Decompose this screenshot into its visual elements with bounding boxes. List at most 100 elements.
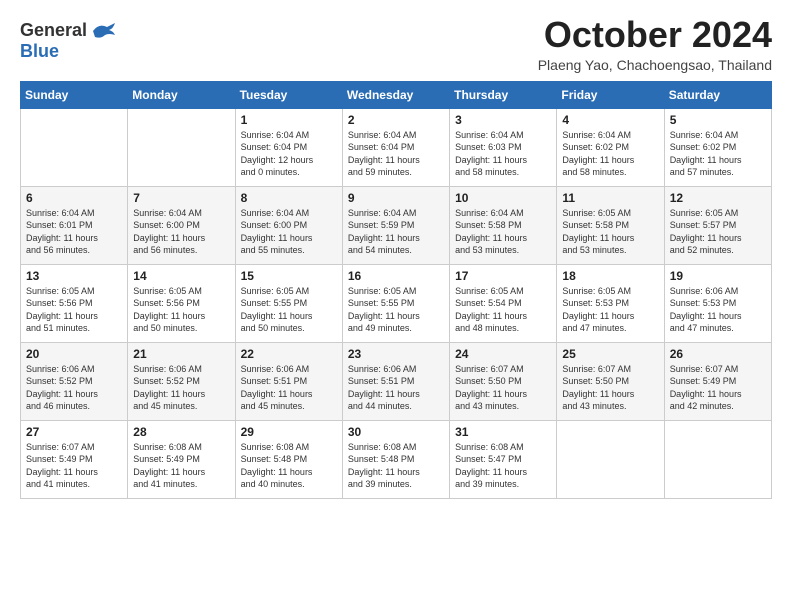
day-info: Sunrise: 6:06 AM Sunset: 5:51 PM Dayligh… xyxy=(241,363,337,413)
calendar-week-row: 20 Sunrise: 6:06 AM Sunset: 5:52 PM Dayli… xyxy=(21,342,772,420)
calendar-day-cell: 26 Sunrise: 6:07 AM Sunset: 5:49 PM Dayli… xyxy=(664,342,771,420)
day-number: 19 xyxy=(670,269,766,283)
logo-general-text: General xyxy=(20,20,87,41)
day-info: Sunrise: 6:08 AM Sunset: 5:49 PM Dayligh… xyxy=(133,441,229,491)
day-info: Sunrise: 6:05 AM Sunset: 5:56 PM Dayligh… xyxy=(26,285,122,335)
day-info: Sunrise: 6:08 AM Sunset: 5:48 PM Dayligh… xyxy=(348,441,444,491)
day-info: Sunrise: 6:07 AM Sunset: 5:50 PM Dayligh… xyxy=(455,363,551,413)
calendar-day-cell: 18 Sunrise: 6:05 AM Sunset: 5:53 PM Dayli… xyxy=(557,264,664,342)
calendar-day-cell xyxy=(557,420,664,498)
day-info: Sunrise: 6:04 AM Sunset: 6:04 PM Dayligh… xyxy=(348,129,444,179)
day-number: 22 xyxy=(241,347,337,361)
day-number: 3 xyxy=(455,113,551,127)
title-area: October 2024 Plaeng Yao, Chachoengsao, T… xyxy=(538,15,772,73)
calendar-week-row: 27 Sunrise: 6:07 AM Sunset: 5:49 PM Dayli… xyxy=(21,420,772,498)
calendar-day-cell: 25 Sunrise: 6:07 AM Sunset: 5:50 PM Dayli… xyxy=(557,342,664,420)
day-number: 20 xyxy=(26,347,122,361)
day-number: 28 xyxy=(133,425,229,439)
calendar-day-cell: 7Sunrise: 6:04 AM Sunset: 6:00 PM Daylig… xyxy=(128,186,235,264)
month-title: October 2024 xyxy=(538,15,772,55)
day-number: 15 xyxy=(241,269,337,283)
weekday-header: Tuesday xyxy=(235,81,342,108)
weekday-header: Thursday xyxy=(450,81,557,108)
calendar-day-cell: 12 Sunrise: 6:05 AM Sunset: 5:57 PM Dayli… xyxy=(664,186,771,264)
day-info: Sunrise: 6:05 AM Sunset: 5:56 PM Dayligh… xyxy=(133,285,229,335)
day-info: Sunrise: 6:07 AM Sunset: 5:50 PM Dayligh… xyxy=(562,363,658,413)
day-number: 11 xyxy=(562,191,658,205)
day-info: Sunrise: 6:04 AM Sunset: 6:02 PM Dayligh… xyxy=(670,129,766,179)
calendar-day-cell: 4 Sunrise: 6:04 AM Sunset: 6:02 PM Daylig… xyxy=(557,108,664,186)
day-info: Sunrise: 6:04 AM Sunset: 5:58 PM Dayligh… xyxy=(455,207,551,257)
calendar-day-cell: 9 Sunrise: 6:04 AM Sunset: 5:59 PM Daylig… xyxy=(342,186,449,264)
day-number: 18 xyxy=(562,269,658,283)
day-number: 6 xyxy=(26,191,122,205)
calendar-table: SundayMondayTuesdayWednesdayThursdayFrid… xyxy=(20,81,772,499)
day-number: 12 xyxy=(670,191,766,205)
weekday-header: Friday xyxy=(557,81,664,108)
day-number: 31 xyxy=(455,425,551,439)
weekday-header: Wednesday xyxy=(342,81,449,108)
day-number: 27 xyxy=(26,425,122,439)
day-number: 21 xyxy=(133,347,229,361)
calendar-day-cell: 27 Sunrise: 6:07 AM Sunset: 5:49 PM Dayli… xyxy=(21,420,128,498)
day-info: Sunrise: 6:05 AM Sunset: 5:57 PM Dayligh… xyxy=(670,207,766,257)
calendar-day-cell: 8Sunrise: 6:04 AM Sunset: 6:00 PM Daylig… xyxy=(235,186,342,264)
logo: General Blue xyxy=(20,20,117,62)
day-info: Sunrise: 6:04 AM Sunset: 5:59 PM Dayligh… xyxy=(348,207,444,257)
day-number: 26 xyxy=(670,347,766,361)
day-number: 10 xyxy=(455,191,551,205)
day-info: Sunrise: 6:05 AM Sunset: 5:55 PM Dayligh… xyxy=(241,285,337,335)
calendar-day-cell xyxy=(128,108,235,186)
day-number: 24 xyxy=(455,347,551,361)
weekday-header: Sunday xyxy=(21,81,128,108)
day-number: 5 xyxy=(670,113,766,127)
day-info: Sunrise: 6:05 AM Sunset: 5:53 PM Dayligh… xyxy=(562,285,658,335)
day-info: Sunrise: 6:07 AM Sunset: 5:49 PM Dayligh… xyxy=(26,441,122,491)
calendar-day-cell: 23 Sunrise: 6:06 AM Sunset: 5:51 PM Dayli… xyxy=(342,342,449,420)
calendar-day-cell: 2 Sunrise: 6:04 AM Sunset: 6:04 PM Daylig… xyxy=(342,108,449,186)
calendar-day-cell xyxy=(21,108,128,186)
calendar-week-row: 13 Sunrise: 6:05 AM Sunset: 5:56 PM Dayli… xyxy=(21,264,772,342)
day-info: Sunrise: 6:05 AM Sunset: 5:55 PM Dayligh… xyxy=(348,285,444,335)
calendar-day-cell: 15 Sunrise: 6:05 AM Sunset: 5:55 PM Dayli… xyxy=(235,264,342,342)
location-subtitle: Plaeng Yao, Chachoengsao, Thailand xyxy=(538,57,772,73)
day-number: 14 xyxy=(133,269,229,283)
calendar-day-cell: 22 Sunrise: 6:06 AM Sunset: 5:51 PM Dayli… xyxy=(235,342,342,420)
day-number: 2 xyxy=(348,113,444,127)
day-info: Sunrise: 6:07 AM Sunset: 5:49 PM Dayligh… xyxy=(670,363,766,413)
calendar-day-cell: 29Sunrise: 6:08 AM Sunset: 5:48 PM Dayli… xyxy=(235,420,342,498)
day-number: 8 xyxy=(241,191,337,205)
day-info: Sunrise: 6:04 AM Sunset: 6:03 PM Dayligh… xyxy=(455,129,551,179)
calendar-day-cell: 6Sunrise: 6:04 AM Sunset: 6:01 PM Daylig… xyxy=(21,186,128,264)
calendar-day-cell: 14 Sunrise: 6:05 AM Sunset: 5:56 PM Dayli… xyxy=(128,264,235,342)
day-number: 23 xyxy=(348,347,444,361)
calendar-day-cell: 19 Sunrise: 6:06 AM Sunset: 5:53 PM Dayli… xyxy=(664,264,771,342)
calendar-day-cell: 10 Sunrise: 6:04 AM Sunset: 5:58 PM Dayli… xyxy=(450,186,557,264)
day-info: Sunrise: 6:06 AM Sunset: 5:51 PM Dayligh… xyxy=(348,363,444,413)
day-number: 9 xyxy=(348,191,444,205)
calendar-day-cell: 21 Sunrise: 6:06 AM Sunset: 5:52 PM Dayli… xyxy=(128,342,235,420)
day-number: 13 xyxy=(26,269,122,283)
day-info: Sunrise: 6:06 AM Sunset: 5:53 PM Dayligh… xyxy=(670,285,766,335)
day-info: Sunrise: 6:08 AM Sunset: 5:48 PM Dayligh… xyxy=(241,441,337,491)
calendar-day-cell: 3 Sunrise: 6:04 AM Sunset: 6:03 PM Daylig… xyxy=(450,108,557,186)
day-number: 30 xyxy=(348,425,444,439)
day-number: 4 xyxy=(562,113,658,127)
calendar-week-row: 6Sunrise: 6:04 AM Sunset: 6:01 PM Daylig… xyxy=(21,186,772,264)
calendar-header-row: SundayMondayTuesdayWednesdayThursdayFrid… xyxy=(21,81,772,108)
day-info: Sunrise: 6:04 AM Sunset: 6:02 PM Dayligh… xyxy=(562,129,658,179)
logo-bird-icon xyxy=(89,21,117,41)
calendar-day-cell: 5 Sunrise: 6:04 AM Sunset: 6:02 PM Daylig… xyxy=(664,108,771,186)
day-info: Sunrise: 6:06 AM Sunset: 5:52 PM Dayligh… xyxy=(26,363,122,413)
calendar-day-cell: 1Sunrise: 6:04 AM Sunset: 6:04 PM Daylig… xyxy=(235,108,342,186)
calendar-day-cell: 17Sunrise: 6:05 AM Sunset: 5:54 PM Dayli… xyxy=(450,264,557,342)
day-info: Sunrise: 6:05 AM Sunset: 5:58 PM Dayligh… xyxy=(562,207,658,257)
calendar-day-cell: 13 Sunrise: 6:05 AM Sunset: 5:56 PM Dayli… xyxy=(21,264,128,342)
day-number: 1 xyxy=(241,113,337,127)
logo-blue-text: Blue xyxy=(20,41,59,62)
weekday-header: Monday xyxy=(128,81,235,108)
calendar-day-cell: 28 Sunrise: 6:08 AM Sunset: 5:49 PM Dayli… xyxy=(128,420,235,498)
day-number: 25 xyxy=(562,347,658,361)
day-info: Sunrise: 6:06 AM Sunset: 5:52 PM Dayligh… xyxy=(133,363,229,413)
day-info: Sunrise: 6:08 AM Sunset: 5:47 PM Dayligh… xyxy=(455,441,551,491)
